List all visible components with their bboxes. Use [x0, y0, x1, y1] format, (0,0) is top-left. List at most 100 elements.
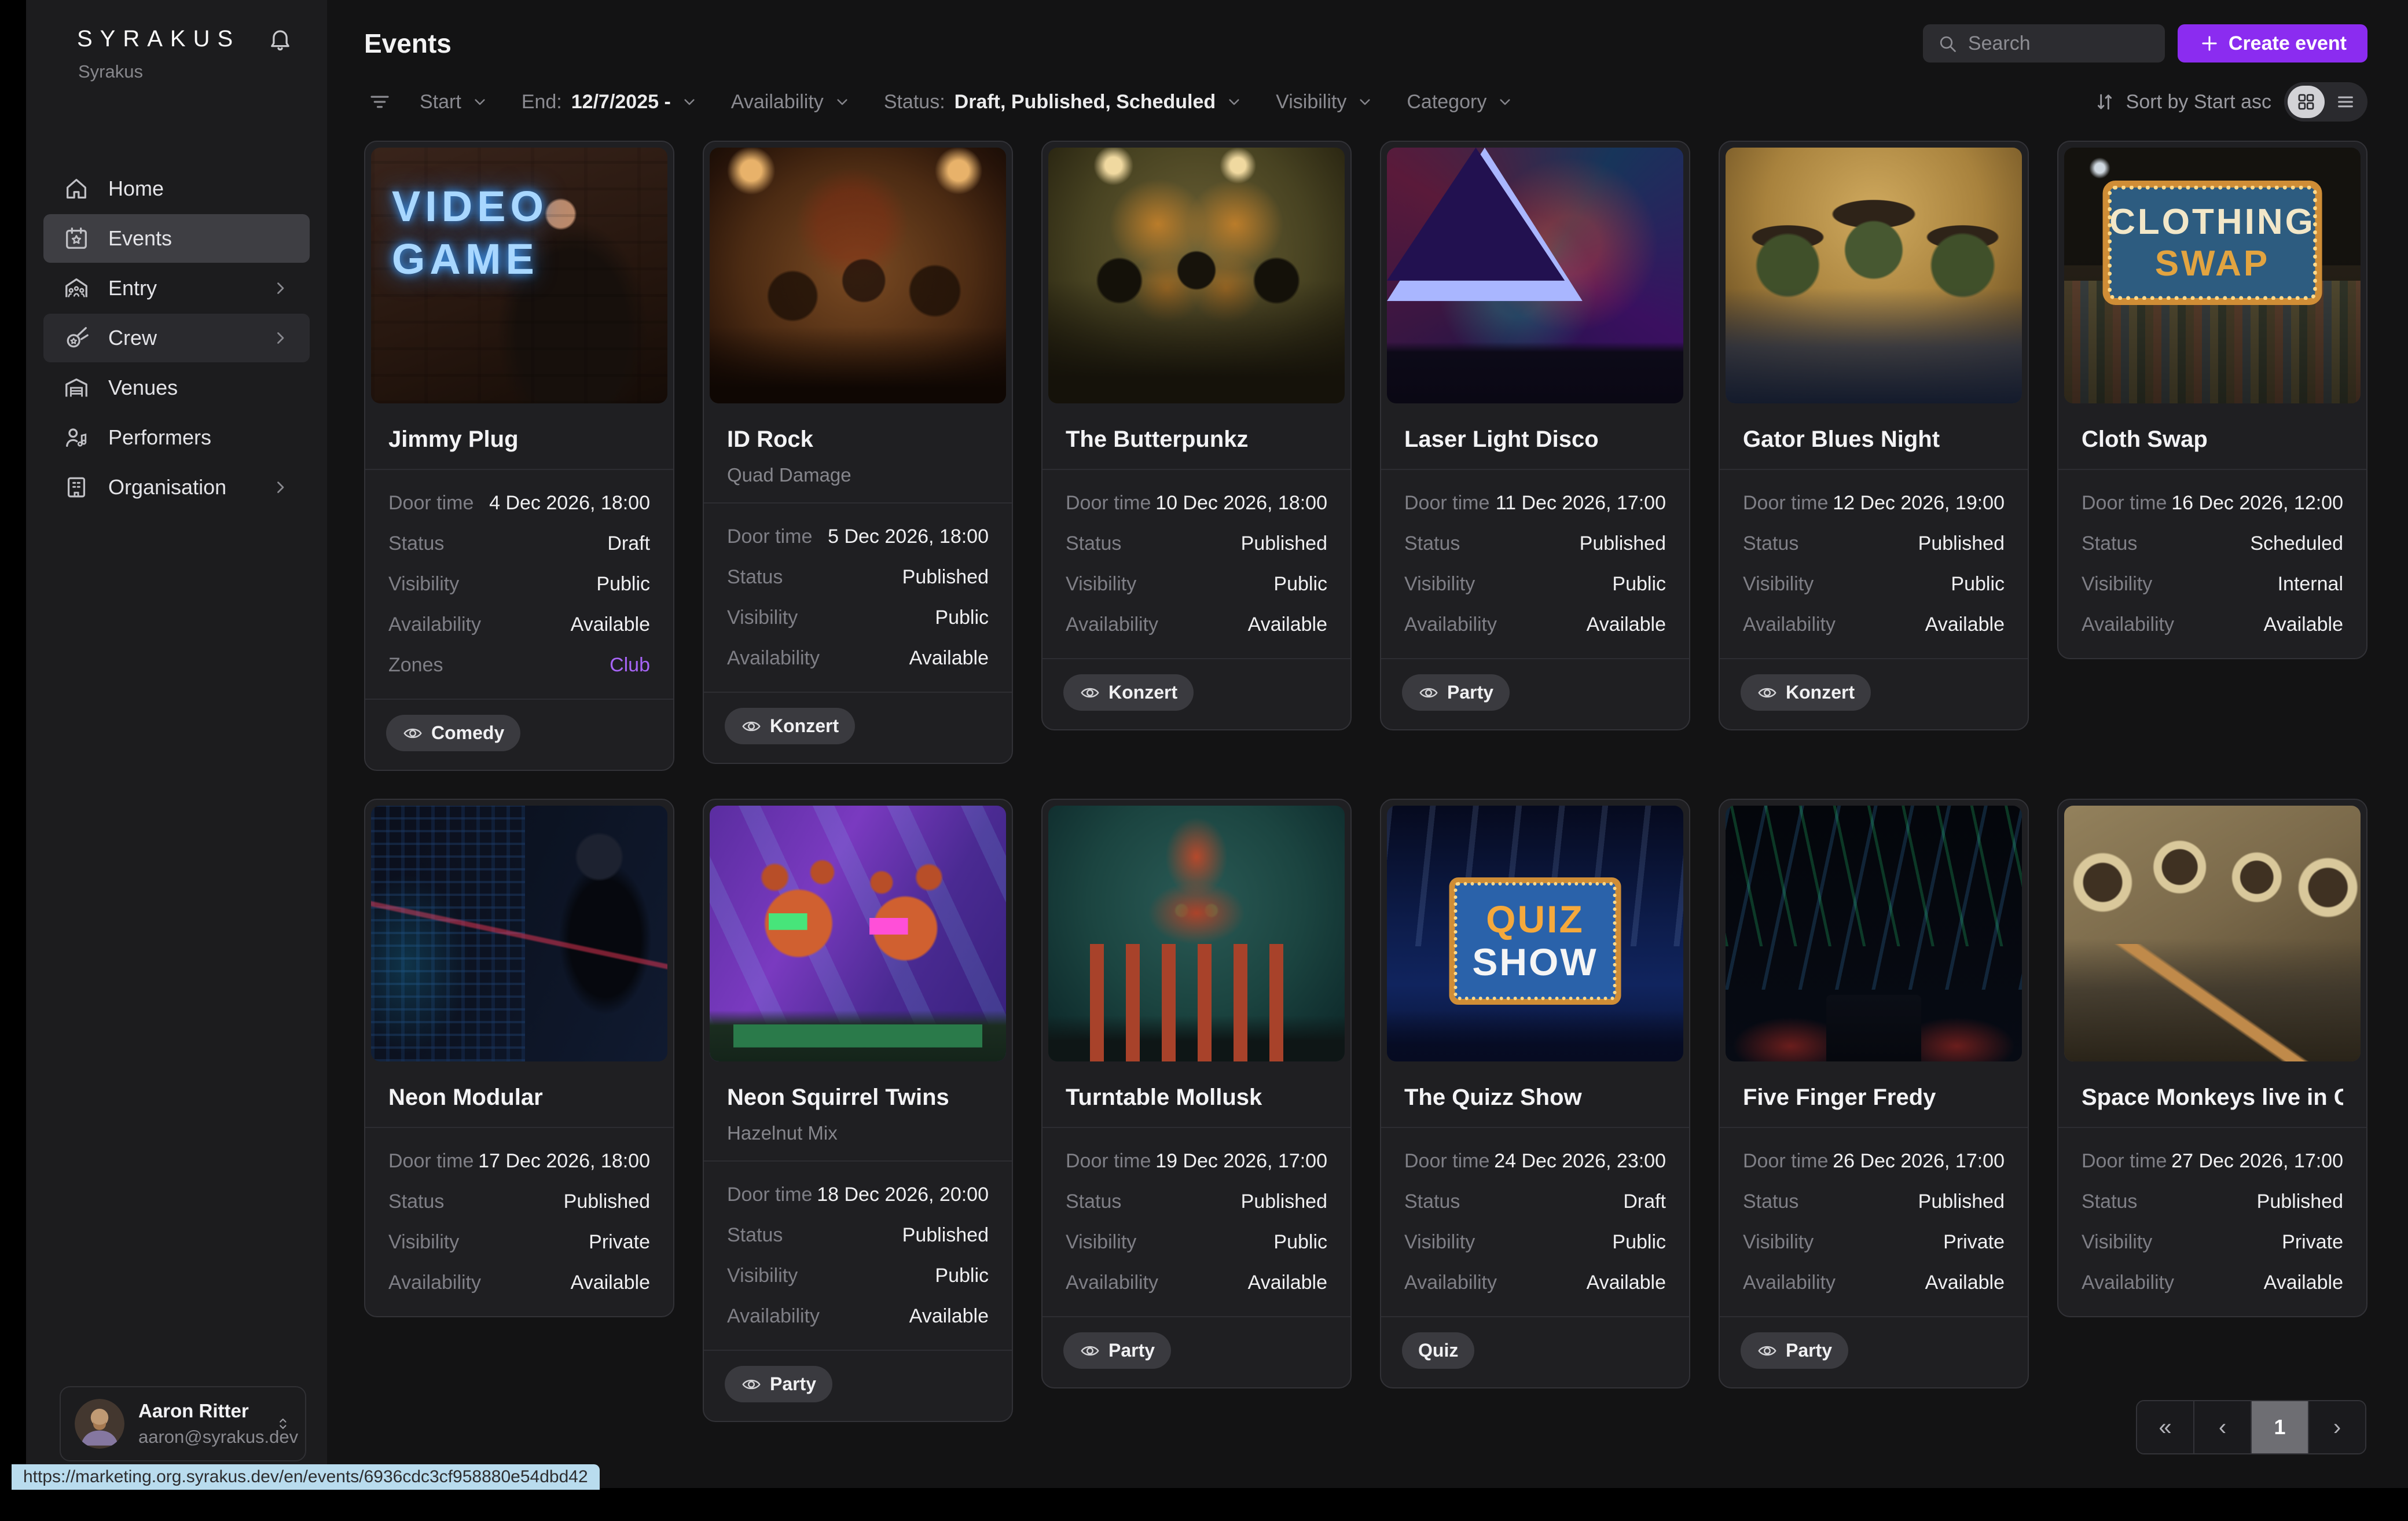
list-view-button[interactable]: [2327, 86, 2364, 118]
event-card[interactable]: The Butterpunkz Door time 10 Dec 2026, 1…: [1041, 141, 1352, 730]
event-tags: Comedy: [365, 700, 673, 770]
filter-status[interactable]: Status: Draft, Published, Scheduled: [884, 91, 1243, 113]
detail-label: Visibility: [1066, 1231, 1136, 1254]
detail-value: Available: [1248, 613, 1327, 636]
detail-row: Status Published: [1743, 1191, 2005, 1213]
detail-label: Availability: [1066, 1272, 1158, 1294]
event-tags: Konzert: [1043, 659, 1350, 729]
search-input[interactable]: [1967, 32, 2151, 56]
event-title-section: Jimmy Plug: [365, 409, 673, 469]
detail-row: Door time 12 Dec 2026, 19:00: [1743, 492, 2005, 515]
grid-view-button[interactable]: [2288, 86, 2325, 118]
pagination-first-button[interactable]: «: [2137, 1401, 2194, 1453]
detail-label: Visibility: [1066, 573, 1136, 596]
main-content: Events Create event Start End:: [327, 0, 2408, 1488]
event-card[interactable]: QUIZ SHOW The Quizz Show Door time 24 De…: [1380, 799, 1690, 1388]
detail-value: Public: [1612, 573, 1666, 596]
event-title: Jimmy Plug: [388, 427, 650, 453]
sidebar-item-home[interactable]: Home: [43, 164, 310, 213]
sidebar-item-venues[interactable]: Venues: [43, 363, 310, 412]
event-card[interactable]: Neon Squirrel Twins Hazelnut Mix Door ti…: [703, 799, 1013, 1422]
brand-logo: SYRAKUS: [77, 26, 240, 52]
event-details: Door time 26 Dec 2026, 17:00 Status Publ…: [1720, 1128, 2028, 1316]
detail-value: Private: [2282, 1231, 2343, 1254]
user-menu[interactable]: Aaron Ritter aaron@syrakus.dev: [60, 1386, 306, 1461]
event-title: The Butterpunkz: [1066, 427, 1327, 453]
filter-availability[interactable]: Availability: [731, 91, 851, 113]
eye-icon: [1418, 682, 1439, 703]
sort-control[interactable]: Sort by Start asc: [2094, 91, 2271, 113]
event-card[interactable]: Laser Light Disco Door time 11 Dec 2026,…: [1380, 141, 1690, 730]
sidebar-item-entry[interactable]: Entry: [43, 264, 310, 313]
detail-value: Published: [1241, 1191, 1327, 1213]
filter-end[interactable]: End: 12/7/2025 -: [522, 91, 699, 113]
detail-row: Status Published: [727, 1224, 989, 1247]
filter-start[interactable]: Start: [420, 91, 489, 113]
detail-row: Status Published: [1066, 532, 1327, 555]
event-card[interactable]: Gator Blues Night Door time 12 Dec 2026,…: [1719, 141, 2029, 730]
detail-value: Public: [1951, 573, 2005, 596]
detail-value: Available: [2264, 613, 2343, 636]
detail-row: Availability Available: [1404, 613, 1666, 636]
sidebar-item-label: Venues: [108, 376, 178, 400]
category-badge-label: Quiz: [1418, 1340, 1458, 1361]
detail-value: 5 Dec 2026, 18:00: [828, 526, 989, 548]
detail-row: Door time 19 Dec 2026, 17:00: [1066, 1150, 1327, 1173]
category-badge: Party: [1741, 1332, 1848, 1369]
detail-label: Availability: [1404, 1272, 1497, 1294]
detail-row: Status Draft: [1404, 1191, 1666, 1213]
venue-icon: [63, 374, 90, 401]
detail-value: Available: [571, 1272, 650, 1294]
search-icon: [1937, 33, 1958, 54]
list-view-icon: [2336, 92, 2355, 112]
pagination-prev-button[interactable]: ‹: [2194, 1401, 2252, 1453]
detail-value: Published: [902, 566, 989, 589]
pagination-next-button[interactable]: ›: [2309, 1401, 2365, 1453]
filter-lines-icon[interactable]: [368, 90, 392, 114]
sidebar-item-crew[interactable]: Crew: [43, 314, 310, 362]
detail-value: 4 Dec 2026, 18:00: [489, 492, 650, 515]
detail-row: Door time 24 Dec 2026, 23:00: [1404, 1150, 1666, 1173]
detail-label: Door time: [727, 1184, 812, 1206]
user-meta: Aaron Ritter aaron@syrakus.dev: [138, 1400, 261, 1447]
sidebar-nav: Home Events Entry Crew Venues Performers…: [26, 164, 327, 512]
detail-value: Scheduled: [2250, 532, 2343, 555]
sidebar-item-performers[interactable]: Performers: [43, 413, 310, 462]
browser-status-url: https://marketing.org.syrakus.dev/en/eve…: [12, 1464, 600, 1490]
event-title-section: Neon Squirrel Twins Hazelnut Mix: [704, 1067, 1012, 1160]
event-details: Door time 11 Dec 2026, 17:00 Status Publ…: [1381, 470, 1689, 658]
detail-label: Status: [1404, 1191, 1460, 1213]
detail-row: Availability Available: [2082, 613, 2343, 636]
event-card[interactable]: Neon Modular Door time 17 Dec 2026, 18:0…: [364, 799, 674, 1317]
detail-label: Visibility: [1743, 1231, 1814, 1254]
sidebar-item-events[interactable]: Events: [43, 214, 310, 263]
event-card[interactable]: Turntable Mollusk Door time 19 Dec 2026,…: [1041, 799, 1352, 1388]
create-event-button[interactable]: Create event: [2178, 24, 2367, 63]
event-card[interactable]: ID Rock Quad Damage Door time 5 Dec 2026…: [703, 141, 1013, 764]
sidebar-item-organisation[interactable]: Organisation: [43, 463, 310, 512]
detail-row: Status Published: [2082, 1191, 2343, 1213]
event-title-section: Space Monkeys live in Conc...: [2058, 1067, 2366, 1127]
detail-row: Visibility Public: [1743, 573, 2005, 596]
bell-icon[interactable]: [267, 25, 293, 52]
category-badge: Konzert: [725, 708, 855, 744]
detail-row: Status Published: [727, 566, 989, 589]
filter-visibility[interactable]: Visibility: [1276, 91, 1374, 113]
event-card[interactable]: Space Monkeys live in Conc... Door time …: [2057, 799, 2367, 1317]
eye-icon: [741, 1374, 762, 1395]
event-details: Door time 19 Dec 2026, 17:00 Status Publ…: [1043, 1128, 1350, 1316]
event-card[interactable]: CLOTHING SWAP Cloth Swap Door time 16 De…: [2057, 141, 2367, 659]
event-card[interactable]: Five Finger Fredy Door time 26 Dec 2026,…: [1719, 799, 2029, 1388]
search-box: [1923, 24, 2165, 63]
filter-category[interactable]: Category: [1407, 91, 1514, 113]
pagination-page-1[interactable]: 1: [2252, 1401, 2309, 1453]
event-title-section: Turntable Mollusk: [1043, 1067, 1350, 1127]
detail-row: Status Draft: [388, 532, 650, 555]
page-header: Events Create event: [364, 24, 2367, 63]
detail-label: Availability: [388, 613, 481, 636]
event-tags: Quiz: [1381, 1317, 1689, 1387]
event-image: [1726, 806, 2022, 1061]
detail-label: Availability: [2082, 613, 2174, 636]
event-image: VIDEO GAME: [371, 148, 667, 403]
event-card[interactable]: VIDEO GAME Jimmy Plug Door time 4 Dec 20…: [364, 141, 674, 771]
